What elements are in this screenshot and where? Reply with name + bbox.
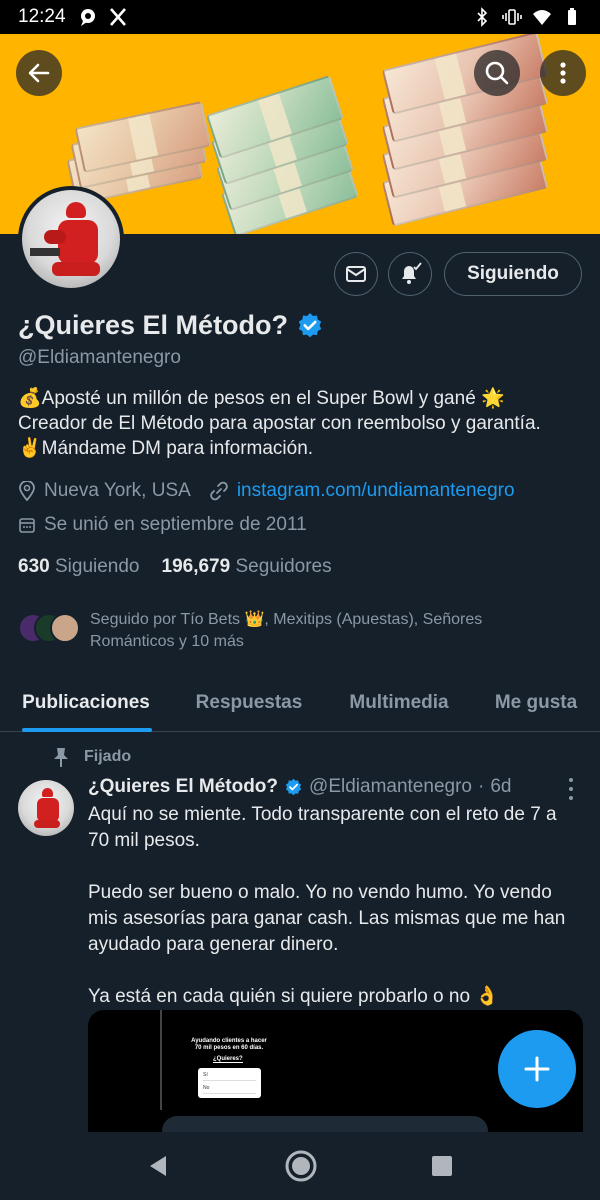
- bluetooth-icon: [477, 7, 488, 27]
- tab-publicaciones[interactable]: Publicaciones: [0, 674, 172, 732]
- post-author-name[interactable]: ¿Quieres El Método?: [88, 776, 278, 798]
- followed-by-avatars: [18, 609, 80, 645]
- profile-bio: 💰Aposté un millón de pesos en el Super B…: [18, 386, 584, 461]
- post-separator: ·: [477, 776, 485, 797]
- profile-name-row: ¿Quieres El Método?: [18, 310, 324, 341]
- calendar-icon: [19, 518, 35, 533]
- status-bar: 12:24: [0, 0, 600, 34]
- nav-home-icon[interactable]: [284, 1149, 318, 1183]
- more-dot: [569, 778, 573, 782]
- followers-label: Seguidores: [235, 556, 332, 577]
- followers-count: 196,679: [161, 556, 231, 577]
- location-icon: [19, 481, 35, 501]
- active-tab-indicator: [22, 728, 152, 732]
- profile-meta-joined: Se unió en septiembre de 2011: [18, 514, 307, 536]
- verified-badge-icon: [285, 778, 302, 795]
- media-overlay-pill: [162, 1116, 488, 1132]
- post-more-button[interactable]: [566, 778, 576, 800]
- tab-label: Multimedia: [349, 692, 449, 713]
- profile-avatar[interactable]: [18, 186, 124, 292]
- verified-badge-icon[interactable]: [296, 312, 324, 340]
- more-options-button[interactable]: [540, 50, 586, 96]
- nav-recents-icon[interactable]: [430, 1154, 454, 1178]
- post-author-handle: @Eldiamantenegro: [309, 776, 472, 797]
- more-dot: [569, 787, 573, 791]
- tab-me-gusta[interactable]: Me gusta: [472, 674, 600, 732]
- profile-tabs: Publicaciones Respuestas Multimedia Me g…: [0, 674, 600, 732]
- tab-label: Respuestas: [195, 692, 303, 713]
- status-time: 12:24: [18, 6, 66, 27]
- pinned-indicator: Fijado: [52, 746, 131, 768]
- post-author-avatar[interactable]: [18, 780, 74, 836]
- bio-line: 💰Aposté un millón de pesos en el Super B…: [18, 388, 505, 409]
- x-logo-icon: [109, 8, 126, 26]
- profile-link[interactable]: instagram.com/undiamantenegro: [237, 480, 515, 502]
- tab-label: Me gusta: [494, 692, 578, 713]
- avatar: [50, 613, 80, 643]
- followed-by-text: Seguido por Tío Bets 👑, Mexitips (Apuest…: [90, 611, 483, 650]
- link-icon: [210, 481, 228, 501]
- following-button[interactable]: Siguiendo: [444, 252, 582, 296]
- plus-icon: [524, 1056, 550, 1082]
- media-subtitle: ¿Quieres?: [213, 1056, 243, 1063]
- media-option: No: [203, 1085, 256, 1094]
- nav-back-icon[interactable]: [146, 1153, 172, 1179]
- following-count: 630: [18, 556, 50, 577]
- notifications-button[interactable]: [388, 252, 432, 296]
- media-title: Ayudando clientes a hacer 70 mil pesos e…: [191, 1038, 267, 1051]
- mail-icon: [346, 266, 366, 282]
- post-text: Aquí no se miente. Todo transparente con…: [88, 804, 566, 1007]
- tab-label: Publicaciones: [22, 692, 150, 713]
- notification-bell-icon: [402, 262, 422, 284]
- tab-respuestas[interactable]: Respuestas: [172, 674, 326, 732]
- bio-line: ✌️Mándame DM para información.: [18, 438, 314, 459]
- media-divider: [160, 1010, 162, 1110]
- more-vertical-icon: [560, 62, 566, 84]
- back-arrow-icon: [28, 63, 50, 83]
- pin-icon: [54, 748, 68, 767]
- vibrate-icon: [502, 9, 522, 25]
- back-button[interactable]: [16, 50, 62, 96]
- wifi-icon: [533, 10, 551, 25]
- following-label: Siguiendo: [54, 556, 140, 577]
- compose-post-button[interactable]: [498, 1030, 576, 1108]
- following-count-link[interactable]: 630 Siguiendo: [18, 556, 140, 578]
- battery-icon: [568, 8, 576, 25]
- profile-location: Nueva York, USA: [44, 480, 191, 501]
- post-header: ¿Quieres El Método? @Eldiamantenegro · 6…: [88, 776, 511, 798]
- search-button[interactable]: [474, 50, 520, 96]
- tab-multimedia[interactable]: Multimedia: [326, 674, 472, 732]
- followed-by-row[interactable]: Seguido por Tío Bets 👑, Mexitips (Apuest…: [18, 609, 510, 653]
- profile-meta-location-link: Nueva York, USA instagram.com/undiamante…: [18, 480, 515, 502]
- profile-joined: Se unió en septiembre de 2011: [44, 514, 307, 535]
- media-poll-card: Sí No: [198, 1068, 261, 1098]
- followers-count-link[interactable]: 196,679 Seguidores: [162, 556, 332, 578]
- search-icon: [485, 61, 509, 85]
- pinned-label: Fijado: [84, 748, 132, 765]
- message-button[interactable]: [334, 252, 378, 296]
- bio-line: Creador de El Método para apostar con re…: [18, 413, 541, 434]
- profile-handle: @Eldiamantenegro: [18, 347, 181, 368]
- system-navigation-bar: [0, 1132, 600, 1200]
- media-option: Sí: [203, 1072, 256, 1081]
- post-age: 6d: [490, 776, 512, 797]
- chat-bubble-icon: [80, 9, 95, 26]
- profile-name: ¿Quieres El Método?: [18, 310, 289, 340]
- more-dot: [569, 796, 573, 800]
- follow-counts: 630 Siguiendo 196,679 Seguidores: [18, 556, 332, 578]
